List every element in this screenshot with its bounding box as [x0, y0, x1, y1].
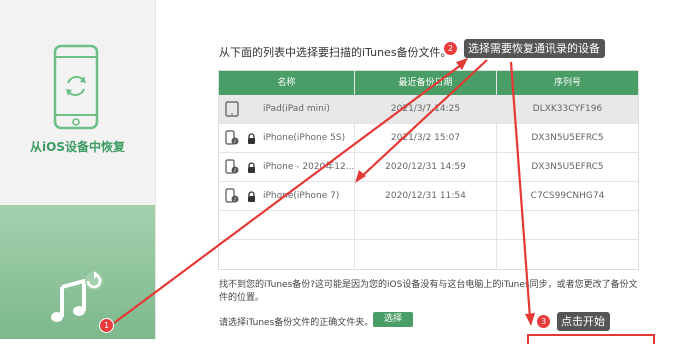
music-restore-icon [51, 271, 103, 322]
lock-icon [248, 191, 255, 202]
missing-backup-hint: 找不到您的iTunes备份?这可能是因为您的iOS设备没有与这台电脑上的iTun… [219, 280, 638, 303]
iphone-music-icon: ♪ [225, 159, 239, 174]
sidebar-title: 从iOS设备中恢复 [30, 140, 125, 154]
step1-badge: 1 [99, 318, 114, 333]
choose-folder-prompt: 请选择iTunes备份文件的正确文件夹。 [219, 318, 374, 328]
choose-folder-button[interactable]: 选择 [373, 312, 413, 327]
backup-table: 名称 最近备份日期 序列号 iPad(iPad mini) 2021/3/7 1… [218, 70, 639, 270]
serial-number: C7CS99CNHG74 [530, 191, 605, 201]
table-row[interactable]: ♪ iPhone(iPhone 5S) 2021/3/2 15:07 DX3N5… [219, 124, 638, 153]
backup-date: 2021/3/7 14:25 [390, 104, 461, 114]
column-divider [354, 71, 355, 269]
device-name: iPhone(iPhone 5S) [263, 133, 346, 143]
step3-badge: 3 [536, 314, 551, 329]
step2-tooltip: 选择需要恢复通讯录的设备 [464, 39, 605, 58]
sidebar-divider [155, 0, 156, 339]
svg-text:♪: ♪ [233, 197, 236, 203]
backup-date: 2020/12/31 14:59 [385, 162, 466, 172]
iphone-music-icon: ♪ [225, 188, 239, 203]
step3-tooltip: 点击开始 [557, 312, 610, 331]
column-divider [496, 71, 497, 269]
instruction-text: 从下面的列表中选择要扫描的iTunes备份文件。 [219, 46, 452, 59]
device-name: iPhone - 2020年12... [263, 162, 355, 172]
step2-badge: 2 [443, 41, 458, 56]
table-row-empty [219, 240, 638, 268]
lock-icon [248, 162, 255, 173]
serial-number: DLXK33CYF196 [532, 104, 603, 114]
ipad-icon [225, 101, 239, 117]
table-row[interactable]: ♪ iPhone - 2020年12... 2020/12/31 14:59 D… [219, 153, 638, 182]
svg-text:♪: ♪ [233, 139, 236, 145]
serial-number: DX3N5U5EFRC5 [531, 162, 604, 172]
header-date: 最近备份日期 [398, 78, 453, 88]
table-row[interactable]: ♪ iPhone(iPhone 7) 2020/12/31 11:54 C7CS… [219, 182, 638, 211]
svg-text:♪: ♪ [233, 168, 236, 174]
itunes-recovery-mode-item[interactable] [0, 205, 156, 339]
table-row-empty [219, 211, 638, 240]
start-button-highlight [527, 334, 655, 344]
sidebar: 从iOS设备中恢复 [0, 0, 156, 339]
table-header: 名称 最近备份日期 序列号 [219, 71, 638, 95]
header-name: 名称 [277, 78, 296, 88]
step3-text: 点击开始 [561, 315, 605, 328]
device-name: iPad(iPad mini) [263, 104, 330, 114]
serial-number: DX3N5U5EFRC5 [531, 133, 604, 143]
backup-date: 2020/12/31 11:54 [385, 191, 466, 201]
iphone-music-icon: ♪ [225, 130, 239, 145]
backup-date: 2021/3/2 15:07 [390, 133, 461, 143]
table-row[interactable]: iPad(iPad mini) 2021/3/7 14:25 DLXK33CYF… [219, 95, 638, 124]
device-name: iPhone(iPhone 7) [263, 191, 340, 201]
lock-icon [248, 133, 255, 144]
step2-text: 选择需要恢复通讯录的设备 [468, 42, 600, 55]
header-serial: 序列号 [553, 78, 581, 88]
ios-recovery-mode-item[interactable]: 从iOS设备中恢复 [0, 0, 155, 205]
phone-recover-icon [53, 44, 99, 130]
